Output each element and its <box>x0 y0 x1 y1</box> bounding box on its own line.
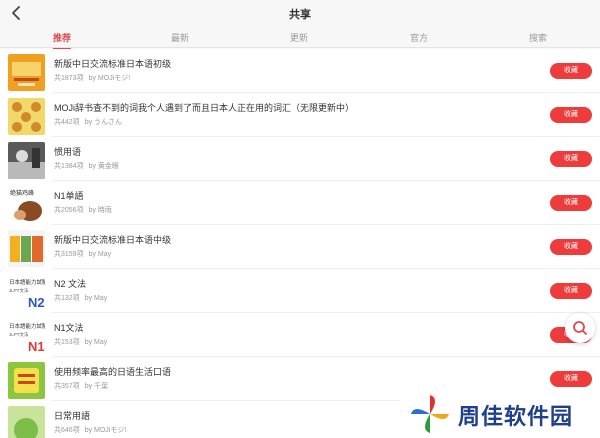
word-count: 共442项 <box>54 119 80 126</box>
word-count: 共1384项 <box>54 163 84 170</box>
book-author: by MOJiモジ! <box>88 75 131 82</box>
collect-button[interactable]: 收藏 <box>550 107 592 123</box>
book-author: by 千葉 <box>84 383 109 390</box>
book-meta: 共357项 by 千葉 <box>54 381 108 391</box>
collect-button[interactable]: 收藏 <box>550 151 592 167</box>
book-title: N1文法 <box>54 323 84 333</box>
watermark-text: 周佳软件园 <box>458 404 574 429</box>
book-title: N1单語 <box>54 191 84 201</box>
book-title: MOJi辞书查不到的词我个人遇到了而且日本人正在用的词汇（无限更新中） <box>54 103 354 113</box>
book-meta: 共132项 by May <box>54 293 107 303</box>
book-cover: 日本語能力試験 JLPT文法 N2 <box>8 274 45 311</box>
book-cover: 日本語能力試験 JLPT文法 N1 <box>8 318 45 355</box>
tab-search[interactable]: 搜索 <box>529 31 547 48</box>
tab-official[interactable]: 官方 <box>410 31 428 48</box>
book-cover <box>8 362 45 399</box>
search-icon <box>573 321 587 335</box>
tab-latest[interactable]: 最新 <box>171 31 189 48</box>
book-cover <box>8 142 45 179</box>
book-meta: 共1873项 by MOJiモジ! <box>54 73 130 83</box>
book-author: by May <box>84 339 108 346</box>
word-count: 共3159项 <box>54 251 84 258</box>
book-cover <box>8 98 45 135</box>
word-count: 共357项 <box>54 383 80 390</box>
collect-button[interactable]: 收藏 <box>550 195 592 211</box>
page-title: 共享 <box>289 9 311 21</box>
book-meta: 共646项 by MOJiモジ! <box>54 425 126 435</box>
book-title: 日常用語 <box>54 411 91 421</box>
book-author: by うんさん <box>84 119 123 126</box>
book-meta: 共2056项 by 時雨 <box>54 205 112 215</box>
tab-recommend[interactable]: 推荐 <box>52 31 72 50</box>
cover-level-text: N1 <box>28 339 45 354</box>
book-cover <box>8 406 45 438</box>
tab-bar: 推荐 最新 更新 官方 搜索 <box>0 26 600 50</box>
floating-search-button[interactable] <box>565 313 595 343</box>
list-item[interactable]: MOJi辞书查不到的词我个人遇到了而且日本人正在用的词汇（无限更新中） 共442… <box>0 93 600 137</box>
list-item[interactable]: 新版中日交流标准日本语初级 共1873项 by MOJiモジ! 收藏 <box>0 49 600 93</box>
word-count: 共153项 <box>54 339 80 346</box>
cover-level-text: N2 <box>28 295 45 310</box>
book-meta: 共153项 by May <box>54 337 107 347</box>
book-author: by May <box>84 295 108 302</box>
book-author: by 黄金眼 <box>88 163 119 170</box>
collect-button[interactable]: 收藏 <box>550 371 592 387</box>
list-item[interactable]: 日本語能力試験JLPT文法N1 N1文法 共153项by May 收藏 <box>0 313 600 357</box>
book-title: 惯用语 <box>54 147 82 157</box>
book-cover <box>8 54 45 91</box>
list-item[interactable]: 惯用语 共1384项 by 黄金眼 收藏 <box>0 137 600 181</box>
collect-button[interactable]: 收藏 <box>550 239 592 255</box>
book-author: by 時雨 <box>88 207 112 214</box>
cover-title-text: 日本語能力試験 <box>9 322 45 330</box>
collect-button[interactable]: 收藏 <box>550 283 592 299</box>
site-watermark: 周佳软件园 <box>400 388 600 438</box>
book-cover <box>8 230 45 267</box>
tab-updated[interactable]: 更新 <box>290 31 308 48</box>
cover-sub-text: JLPT文法 <box>9 331 29 338</box>
top-bar: 共享 <box>0 0 600 26</box>
book-meta: 共1384项 by 黄金眼 <box>54 161 119 171</box>
book-author: by May <box>88 251 112 258</box>
cover-tag-text: 絶猫鸡峰 <box>10 189 34 197</box>
word-count: 共2056项 <box>54 207 84 214</box>
book-title: 新版中日交流标准日本语初级 <box>54 59 172 69</box>
book-title: N2 文法 <box>54 279 87 289</box>
word-count: 共1873项 <box>54 75 84 82</box>
list-item[interactable]: 絶猫鸡峰 N1单語 共2056项 by 時雨 收藏 <box>0 181 600 225</box>
word-count: 共646项 <box>54 427 80 434</box>
cover-sub-text: JLPT文法 <box>9 287 29 294</box>
cover-title-text: 日本語能力試験 <box>9 278 45 286</box>
word-count: 共132项 <box>54 295 80 302</box>
book-cover: 絶猫鸡峰 <box>8 186 45 223</box>
vocab-book-list: 新版中日交流标准日本语初级 共1873项 by MOJiモジ! 收藏 MOJi辞书… <box>0 49 600 438</box>
list-item[interactable]: 新版中日交流标准日本语中级 共3159项 by May 收藏 <box>0 225 600 269</box>
book-meta: 共442项 by うんさん <box>54 117 122 127</box>
book-author: by MOJiモジ! <box>84 427 127 434</box>
pinwheel-logo-icon <box>411 395 449 433</box>
book-title: 新版中日交流标准日本语中级 <box>54 235 172 245</box>
list-item[interactable]: 日本語能力試験 JLPT文法 N2 N2 文法 共132项 by May 收藏 <box>0 269 600 313</box>
book-title: 使用频率最高的日语生活口语 <box>54 367 172 377</box>
book-meta: 共3159项 by May <box>54 249 111 259</box>
collect-button[interactable]: 收藏 <box>550 63 592 79</box>
